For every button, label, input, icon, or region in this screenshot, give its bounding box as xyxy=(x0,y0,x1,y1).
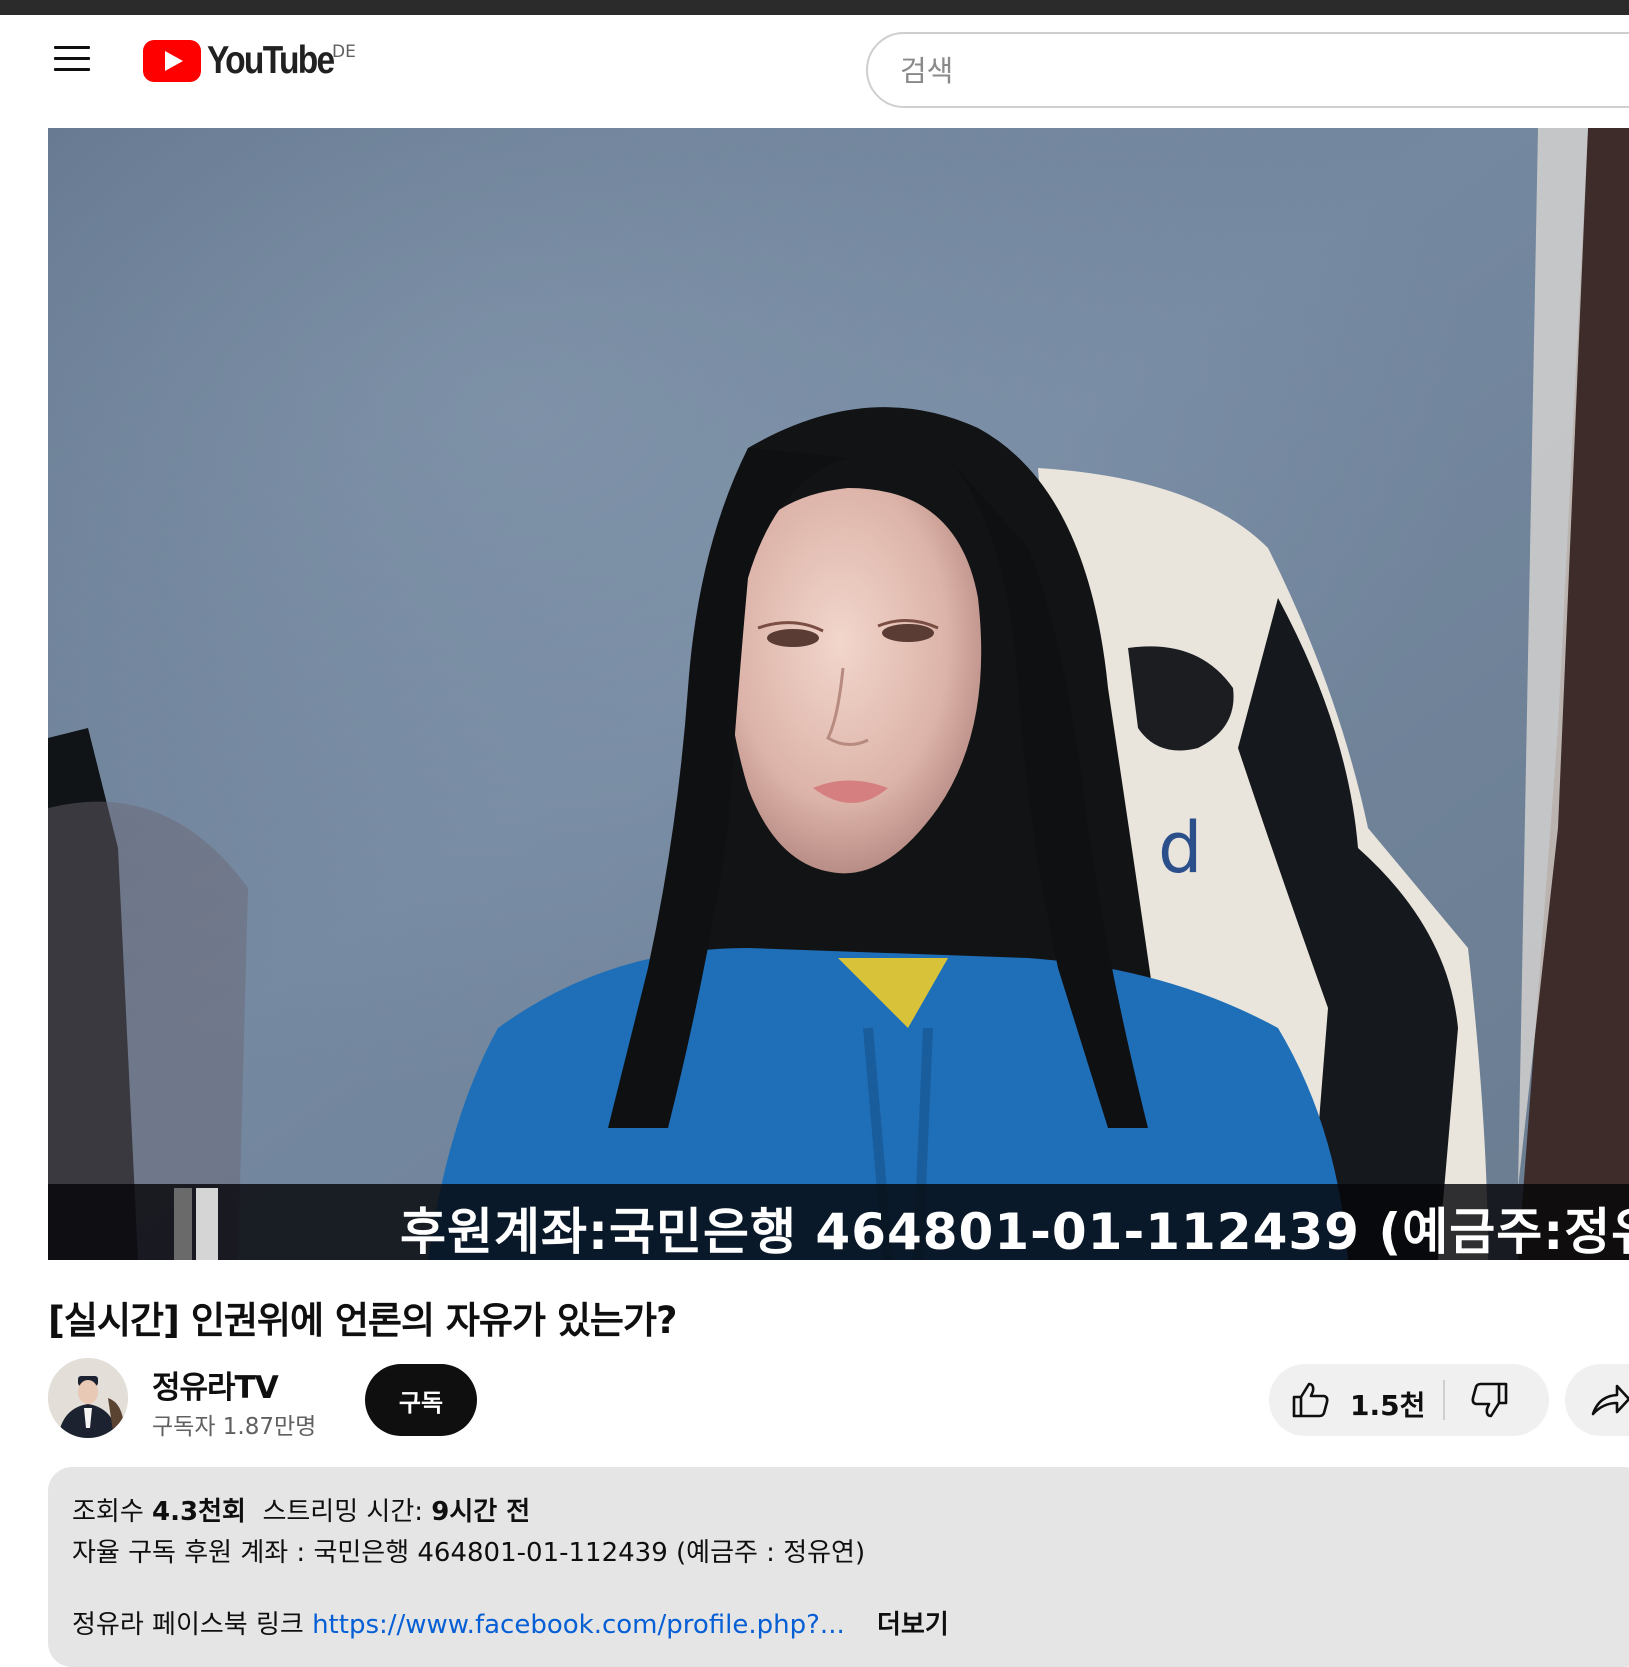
caption-bar: 후원계좌:국민은행 464801-01-112439 (예금주:정유연) xyxy=(48,1184,1629,1260)
description-line-3: 정유라 페이스북 링크 https://www.facebook.com/pro… xyxy=(72,1604,949,1641)
views-value: 4.3천회 xyxy=(152,1497,246,1527)
youtube-logo[interactable]: YouTube xyxy=(143,36,354,86)
description-line-1: 자율 구독 후원 계좌 : 국민은행 464801-01-112439 (예금주… xyxy=(72,1538,866,1568)
share-button[interactable] xyxy=(1565,1364,1629,1436)
like-divider xyxy=(1443,1380,1445,1420)
thumbs-up-icon xyxy=(1292,1382,1329,1418)
video-title: [실시간] 인권위에 언론의 자유가 있는가? xyxy=(48,1299,677,1342)
video-frame: d xyxy=(48,128,1629,1260)
show-more-button[interactable]: 더보기 xyxy=(877,1610,949,1640)
subscriber-count: 구독자 1.87만명 xyxy=(152,1414,317,1440)
menu-icon[interactable] xyxy=(48,38,94,78)
search-box[interactable] xyxy=(866,32,1629,108)
description-box[interactable]: 조회수 4.3천회 스트리밍 시간: 9시간 전 자율 구독 후원 계좌 : 국… xyxy=(48,1467,1629,1667)
subscribe-button[interactable]: 구독 xyxy=(365,1364,477,1436)
share-arrow-icon xyxy=(1591,1384,1629,1416)
stream-value: 9시간 전 xyxy=(431,1497,531,1527)
like-button[interactable]: 1.5천 xyxy=(1269,1364,1441,1436)
thumbs-down-icon xyxy=(1471,1382,1508,1418)
logo-wordmark: YouTube xyxy=(207,39,335,82)
search-input[interactable] xyxy=(898,48,1602,94)
channel-name[interactable]: 정유라TV xyxy=(152,1362,279,1407)
facebook-link-label: 정유라 페이스북 링크 xyxy=(72,1610,304,1640)
views-label: 조회수 xyxy=(72,1497,144,1527)
video-player[interactable]: d 후원계좌:국민은행 464801-01-112439 (예금주:정유연) xyxy=(48,128,1629,1260)
stream-label: 스트리밍 시간: xyxy=(262,1497,424,1527)
facebook-link[interactable]: https://www.facebook.com/profile.php?... xyxy=(312,1610,845,1640)
like-count: 1.5천 xyxy=(1350,1389,1426,1422)
video-meta: 조회수 4.3천회 스트리밍 시간: 9시간 전 xyxy=(72,1491,530,1528)
caption-text: 후원계좌:국민은행 464801-01-112439 (예금주:정유연) xyxy=(400,1203,1629,1260)
window-top-bar xyxy=(0,0,1629,15)
like-dislike-group: 1.5천 xyxy=(1269,1364,1549,1436)
chair-logo-letter: d xyxy=(1158,807,1202,889)
region-code: DE xyxy=(332,42,356,62)
channel-avatar[interactable] xyxy=(48,1358,128,1438)
masthead: YouTube DE xyxy=(0,15,1629,125)
youtube-play-icon xyxy=(143,40,201,82)
caption-marker xyxy=(174,1188,220,1260)
dislike-button[interactable] xyxy=(1449,1364,1545,1436)
